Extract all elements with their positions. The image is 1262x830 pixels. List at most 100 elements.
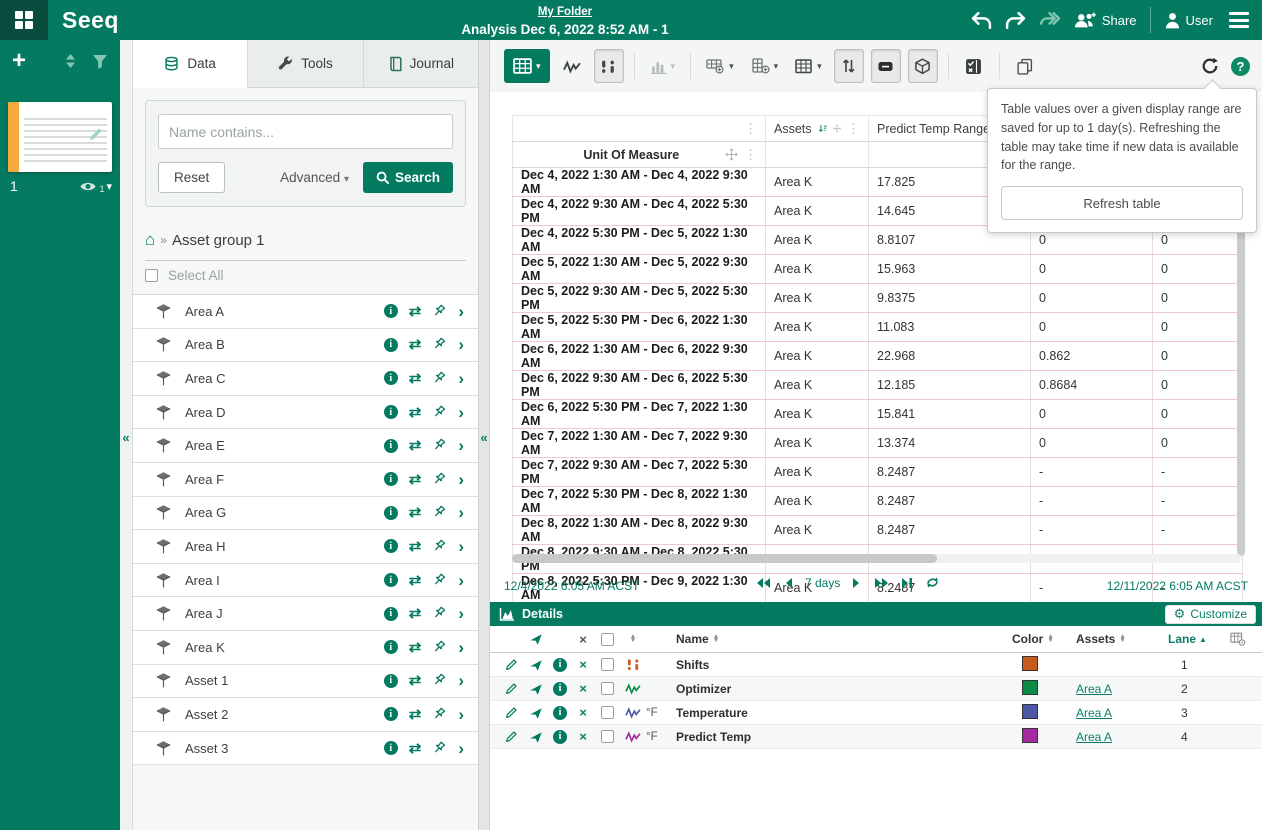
info-icon[interactable]: i [384, 573, 398, 587]
chevron-right-icon[interactable]: › [458, 639, 464, 656]
asset-link[interactable]: Area A [1076, 682, 1112, 696]
swap-asset-icon[interactable]: ⇄ [409, 472, 422, 487]
capsule-row[interactable]: Dec 5, 2022 1:30 AM - Dec 5, 2022 9:30 A… [513, 255, 1243, 284]
copy-button[interactable] [1010, 49, 1040, 83]
chevron-right-icon[interactable]: › [458, 404, 464, 421]
chevron-right-icon[interactable]: › [458, 303, 464, 320]
info-icon[interactable]: i [548, 730, 572, 744]
info-icon[interactable]: i [384, 674, 398, 688]
swap-asset-icon[interactable]: ⇄ [409, 539, 422, 554]
edit-item-icon[interactable] [498, 658, 524, 671]
capsule-row[interactable]: Dec 8, 2022 1:30 AM - Dec 8, 2022 9:30 A… [513, 516, 1243, 545]
info-icon[interactable]: i [384, 707, 398, 721]
asset-list-item[interactable]: Area Hi⇄› [133, 530, 478, 564]
pin-icon[interactable] [432, 304, 447, 319]
checkbox-table-button[interactable] [959, 49, 989, 83]
remove-item-icon[interactable]: × [572, 657, 594, 672]
info-icon[interactable]: i [384, 640, 398, 654]
asset-list-item[interactable]: Area Ii⇄› [133, 564, 478, 598]
capsule-button[interactable] [871, 49, 901, 83]
collapse-panel-icon[interactable]: « [479, 430, 489, 445]
pin-icon[interactable] [432, 438, 447, 453]
capsule-row[interactable]: Dec 5, 2022 9:30 AM - Dec 5, 2022 5:30 P… [513, 284, 1243, 313]
chevron-right-icon[interactable]: › [458, 672, 464, 689]
hamburger-menu-icon[interactable] [1226, 9, 1252, 31]
lane-column-header[interactable]: Lane [1168, 632, 1196, 646]
tab-journal[interactable]: Journal [364, 40, 478, 87]
folder-link[interactable]: My Folder [538, 6, 592, 18]
pin-icon[interactable] [432, 606, 447, 621]
table-view-button[interactable]: ▾ [504, 49, 550, 83]
tab-data[interactable]: Data [133, 40, 248, 88]
asset-list-item[interactable]: Asset 1i⇄› [133, 665, 478, 699]
sort-assets-control[interactable]: ▲▼ [1119, 635, 1125, 644]
user-menu[interactable]: User [1164, 12, 1213, 29]
chart-view-button[interactable]: ▾ [645, 49, 681, 83]
asset-list-item[interactable]: Area Ki⇄› [133, 631, 478, 665]
range-end[interactable]: 12/11/2022 6:05 AM ACST [1107, 579, 1248, 593]
asset-list-item[interactable]: Area Ai⇄› [133, 295, 478, 329]
assets-column-header[interactable]: Assets [1076, 632, 1115, 646]
capsule-row[interactable]: Dec 6, 2022 5:30 PM - Dec 7, 2022 1:30 A… [513, 400, 1243, 429]
color-column-header[interactable]: Color [1012, 632, 1043, 646]
vertical-scrollbar[interactable] [1237, 178, 1245, 556]
capsule-row[interactable]: Dec 7, 2022 9:30 AM - Dec 7, 2022 5:30 P… [513, 458, 1243, 487]
item-name[interactable]: Optimizer [676, 682, 1012, 696]
asset-list-item[interactable]: Area Gi⇄› [133, 497, 478, 531]
pin-icon[interactable] [432, 472, 447, 487]
new-worksheet-button[interactable]: + [12, 52, 26, 70]
remove-item-icon[interactable]: × [572, 705, 594, 720]
sort-button[interactable] [834, 49, 864, 83]
move-column-icon[interactable] [725, 148, 738, 161]
breadcrumb-asset-group[interactable]: Asset group 1 [172, 232, 265, 249]
app-launcher-button[interactable] [0, 0, 48, 40]
chevron-right-icon[interactable]: › [458, 471, 464, 488]
pin-icon[interactable] [432, 707, 447, 722]
search-input[interactable] [158, 114, 453, 149]
step-forward-full-icon[interactable] [873, 576, 890, 590]
swap-asset-icon[interactable]: ⇄ [409, 337, 422, 352]
collapse-sidebar-icon[interactable]: « [120, 430, 132, 445]
select-all-items-checkbox[interactable] [594, 633, 620, 646]
column-menu-icon[interactable]: ⋮ [744, 121, 757, 137]
capsule-row[interactable]: Dec 5, 2022 5:30 PM - Dec 6, 2022 1:30 A… [513, 313, 1243, 342]
swap-asset-icon[interactable]: ⇄ [409, 371, 422, 386]
chevron-right-icon[interactable]: › [458, 572, 464, 589]
pin-icon[interactable] [432, 539, 447, 554]
home-icon[interactable]: ⌂ [145, 230, 155, 250]
item-checkbox[interactable] [594, 706, 620, 719]
edit-item-icon[interactable] [498, 730, 524, 743]
step-back-full-icon[interactable] [755, 576, 772, 590]
share-button[interactable]: Share [1073, 12, 1137, 29]
remove-all-icon[interactable]: × [572, 632, 594, 647]
tab-tools[interactable]: Tools [248, 40, 363, 87]
reset-button[interactable]: Reset [158, 162, 225, 193]
info-icon[interactable]: i [384, 371, 398, 385]
asset-link[interactable]: Area A [1076, 730, 1112, 744]
range-start[interactable]: 12/4/2022 6:05 AM ACST [504, 579, 639, 593]
pin-icon[interactable] [432, 640, 447, 655]
chevron-right-icon[interactable]: › [458, 706, 464, 723]
info-icon[interactable]: i [384, 304, 398, 318]
asset-cube-button[interactable] [908, 49, 938, 83]
step-back-icon[interactable] [783, 576, 793, 590]
assets-column-header[interactable]: Assets [774, 122, 812, 136]
move-column-icon[interactable] [833, 122, 841, 135]
asset-list-item[interactable]: Area Ji⇄› [133, 597, 478, 631]
color-swatch[interactable] [1022, 656, 1038, 671]
advanced-toggle[interactable]: Advanced ▾ [280, 170, 349, 185]
capsule-row[interactable]: Dec 6, 2022 9:30 AM - Dec 6, 2022 5:30 P… [513, 371, 1243, 400]
auto-update-icon[interactable] [925, 575, 940, 590]
capsule-row[interactable]: Dec 7, 2022 1:30 AM - Dec 7, 2022 9:30 A… [513, 429, 1243, 458]
item-checkbox[interactable] [594, 682, 620, 695]
swap-asset-icon[interactable]: ⇄ [409, 606, 422, 621]
color-swatch[interactable] [1022, 728, 1038, 743]
refresh-table-button[interactable]: Refresh table [1001, 186, 1243, 220]
undo-icon[interactable] [971, 12, 992, 29]
edit-item-icon[interactable] [498, 706, 524, 719]
asset-list-item[interactable]: Area Di⇄› [133, 396, 478, 430]
pin-item-icon[interactable] [524, 658, 548, 672]
select-all-checkbox[interactable] [145, 269, 158, 282]
chevron-right-icon[interactable]: › [458, 740, 464, 757]
item-name[interactable]: Shifts [676, 658, 1012, 672]
